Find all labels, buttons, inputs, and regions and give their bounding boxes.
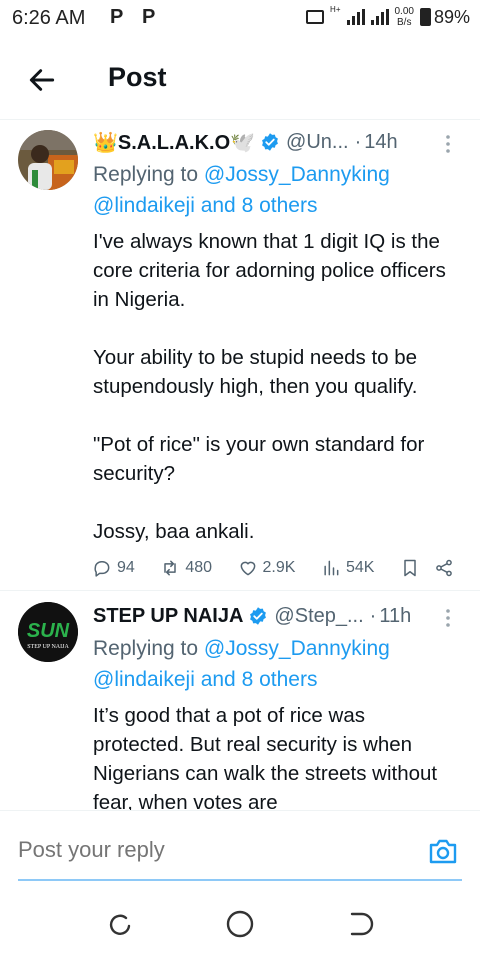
action-bar: 94 480 2.9K 54K xyxy=(92,556,454,580)
system-nav-bar xyxy=(0,890,480,960)
replying-to-label: Replying to xyxy=(93,637,199,660)
reply-post[interactable]: 👑S.A.L.A.K.O🕊️ @Un... · 14h Replying to … xyxy=(0,120,480,591)
repost-count: 480 xyxy=(185,559,213,576)
logo-caption: STEP UP NAIJA xyxy=(27,644,69,650)
avatar[interactable] xyxy=(18,130,78,190)
mention-link[interactable]: @Jossy_Dannyking xyxy=(204,163,390,186)
header: Post xyxy=(0,40,480,120)
signal-icon xyxy=(346,9,365,25)
views-icon xyxy=(324,560,339,576)
battery-icon xyxy=(419,8,431,26)
speed-unit: B/s xyxy=(397,17,412,28)
reply-count: 94 xyxy=(117,559,135,576)
recents-icon[interactable] xyxy=(104,908,136,940)
post-header: STEP UP NAIJA @Step_... · 11h xyxy=(93,602,456,630)
notification-p-icon: P xyxy=(110,6,124,28)
more-options-icon[interactable] xyxy=(438,134,458,154)
repost-icon xyxy=(164,560,177,576)
status-time: 6:26 AM xyxy=(12,7,86,29)
status-bar: 6:26 AM P P H+ 0.00 B/s 89% xyxy=(0,0,480,40)
battery-level: 89% xyxy=(433,6,470,27)
page-title: Post xyxy=(108,62,167,92)
notification-p-icon: P xyxy=(142,6,156,28)
author-name[interactable]: STEP UP NAIJA xyxy=(93,605,243,628)
arrow-left-icon xyxy=(29,69,55,91)
avatar[interactable]: SUN STEP UP NAIJA xyxy=(18,602,78,662)
speed-value: 0.00 xyxy=(394,6,414,17)
more-options-icon[interactable] xyxy=(438,608,458,628)
replying-to-label: Replying to xyxy=(93,163,199,186)
input-underline xyxy=(18,879,462,881)
reply-feed[interactable]: 👑S.A.L.A.K.O🕊️ @Un... · 14h Replying to … xyxy=(0,120,480,810)
replying-to: Replying to @Jossy_Dannyking @lindaikeji… xyxy=(93,633,456,695)
reply-input[interactable] xyxy=(18,837,398,863)
home-icon[interactable] xyxy=(224,908,256,940)
author-handle[interactable]: @Step_... xyxy=(274,605,363,628)
reply-button[interactable]: 94 xyxy=(92,558,135,578)
post-time[interactable]: 11h xyxy=(379,605,411,628)
back-nav-icon[interactable] xyxy=(344,908,376,940)
heart-icon xyxy=(240,561,255,576)
separator-dot: · xyxy=(354,130,362,153)
repost-button[interactable]: 480 xyxy=(160,558,212,578)
post-text: I've always known that 1 digit IQ is the… xyxy=(93,230,446,543)
post-time[interactable]: 14h xyxy=(364,131,397,154)
reply-composer xyxy=(0,810,480,881)
vibrate-icon xyxy=(306,10,325,24)
like-button[interactable]: 2.9K xyxy=(238,558,296,578)
separator-dot: · xyxy=(369,604,377,627)
network-speed: 0.00 B/s xyxy=(395,6,414,28)
mention-others-link[interactable]: @lindaikeji and 8 others xyxy=(93,194,317,217)
signal-icon xyxy=(370,9,389,25)
author-name[interactable]: 👑S.A.L.A.K.O🕊️ xyxy=(93,130,255,155)
reply-icon xyxy=(94,561,110,577)
post-text: It’s good that a pot of rice was protect… xyxy=(93,704,438,810)
share-icon[interactable] xyxy=(434,558,454,578)
mention-link[interactable]: @Jossy_Dannyking xyxy=(204,637,390,660)
verified-badge-icon xyxy=(262,133,278,151)
reply-post[interactable]: SUN STEP UP NAIJA STEP UP NAIJA @Step_..… xyxy=(0,592,480,810)
step-up-naija-logo: SUN STEP UP NAIJA xyxy=(18,602,78,662)
views-button[interactable]: 54K xyxy=(321,558,374,578)
back-button[interactable] xyxy=(26,64,58,96)
network-type: H+ xyxy=(330,4,341,14)
bookmark-icon[interactable] xyxy=(400,558,420,578)
verified-badge-icon xyxy=(250,607,267,625)
user-photo-icon xyxy=(18,130,78,190)
like-count: 2.9K xyxy=(262,559,296,576)
bookmark-share-group xyxy=(400,558,454,578)
mention-others-link[interactable]: @lindaikeji and 8 others xyxy=(93,668,317,691)
post-header: 👑S.A.L.A.K.O🕊️ @Un... · 14h xyxy=(93,128,456,156)
logo-mark: SUN xyxy=(27,620,70,642)
views-count: 54K xyxy=(345,559,375,576)
battery: 89% xyxy=(419,6,470,28)
replying-to: Replying to @Jossy_Dannyking @lindaikeji… xyxy=(93,159,456,221)
author-handle[interactable]: @Un... xyxy=(286,131,349,154)
camera-icon[interactable] xyxy=(428,837,458,865)
